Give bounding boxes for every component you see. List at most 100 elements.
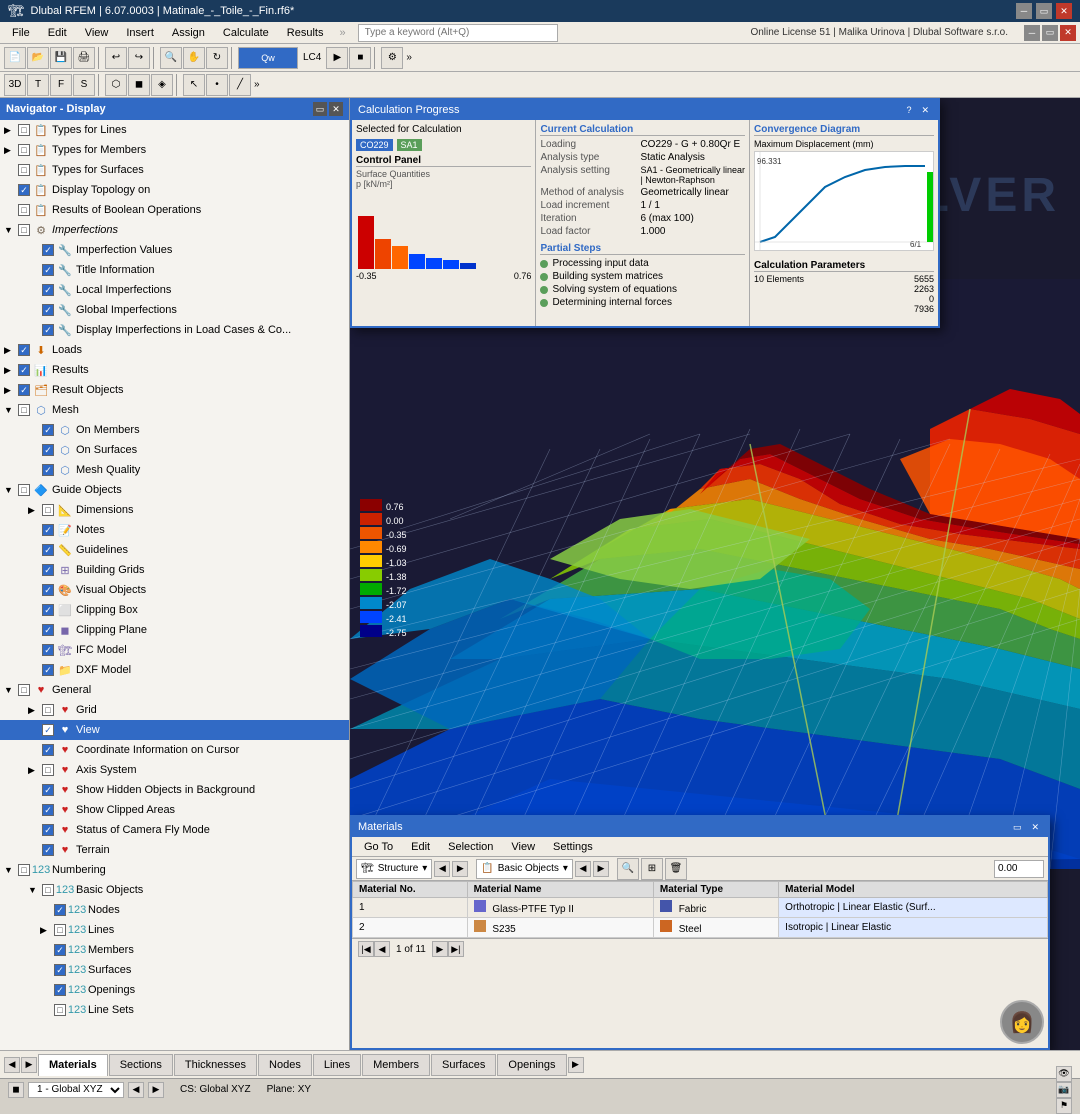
checkbox-imperfections[interactable]: □: [18, 224, 30, 236]
redo-btn[interactable]: ↪: [128, 47, 150, 69]
expand-imperfections[interactable]: ▼: [4, 225, 16, 235]
viewport-3d[interactable]: RFEM SOLVER 0110100101100101011010010110…: [350, 98, 1080, 1050]
nav-item-on-members[interactable]: ✓ ⬡ On Members: [0, 420, 349, 440]
nav-section-mesh[interactable]: ▼ □ ⬡ Mesh: [0, 400, 349, 420]
menu-item-assign[interactable]: Assign: [164, 25, 213, 41]
menu-item-file[interactable]: File: [4, 25, 38, 41]
tabs-more-btn[interactable]: ▶: [568, 1057, 584, 1073]
checkbox-lines[interactable]: □: [54, 924, 66, 936]
nav-item-display-topology[interactable]: ✓ 📋 Display Topology on: [0, 180, 349, 200]
render-btn[interactable]: ◈: [151, 74, 173, 96]
settings-btn[interactable]: ⚙: [381, 47, 403, 69]
menu-item-insert[interactable]: Insert: [118, 25, 162, 41]
status-cam-btn[interactable]: 📷: [1056, 1082, 1072, 1098]
checkbox-surfaces-num[interactable]: ✓: [54, 964, 66, 976]
mat-pp-btn[interactable]: ◀: [374, 941, 390, 957]
view-side-btn[interactable]: S: [73, 74, 95, 96]
lc-dropdown[interactable]: 1 - Global XYZ: [28, 1082, 124, 1098]
nav-item-coord-info[interactable]: ✓ ♥ Coordinate Information on Cursor: [0, 740, 349, 760]
nav-item-clipping-plane[interactable]: ✓ ◼ Clipping Plane: [0, 620, 349, 640]
mat-np-btn[interactable]: ▶: [432, 941, 448, 957]
expand-icon-members[interactable]: ▶: [4, 145, 16, 156]
checkbox-dxf-model[interactable]: ✓: [42, 664, 54, 676]
mat-menu-settings[interactable]: Settings: [545, 839, 601, 855]
undo-btn[interactable]: ↩: [105, 47, 127, 69]
nav-item-lines[interactable]: ▶ □ 123 Lines: [0, 920, 349, 940]
main-restore-btn[interactable]: ▭: [1042, 25, 1058, 41]
materials-table-scroll[interactable]: Material No. Material Name Material Type…: [352, 881, 1048, 938]
nav-item-ifc-model[interactable]: ✓ 🏗 IFC Model: [0, 640, 349, 660]
checkbox-topology[interactable]: ✓: [18, 184, 30, 196]
nav-item-basic-objects[interactable]: ▼ □ 123 Basic Objects: [0, 880, 349, 900]
new-btn[interactable]: 📄: [4, 47, 26, 69]
nav-item-line-sets[interactable]: □ 123 Line Sets: [0, 1000, 349, 1020]
expand-dimensions[interactable]: ▶: [28, 505, 40, 516]
checkbox-types-members[interactable]: □: [18, 144, 30, 156]
mat-last-btn[interactable]: ▶|: [448, 941, 464, 957]
checkbox-types-surfaces[interactable]: □: [18, 164, 30, 176]
nav-item-nodes[interactable]: ✓ 123 Nodes: [0, 900, 349, 920]
tab-openings[interactable]: Openings: [497, 1054, 566, 1076]
checkbox-types-lines[interactable]: □: [18, 124, 30, 136]
nav-item-results-boolean[interactable]: □ 📋 Results of Boolean Operations: [0, 200, 349, 220]
nav-item-show-clipped[interactable]: ✓ ♥ Show Clipped Areas: [0, 800, 349, 820]
expand-numbering[interactable]: ▼: [4, 865, 16, 875]
print-btn[interactable]: 🖨: [73, 47, 95, 69]
nav-item-dxf-model[interactable]: ✓ 📁 DXF Model: [0, 660, 349, 680]
nav-item-guidelines[interactable]: ✓ 📏 Guidelines: [0, 540, 349, 560]
nav-restore-btn[interactable]: ▭: [313, 102, 327, 116]
nav-item-view[interactable]: ✓ ♥ View: [0, 720, 349, 740]
line-btn[interactable]: ╱: [229, 74, 251, 96]
expand-grid[interactable]: ▶: [28, 705, 40, 716]
nav-item-types-members[interactable]: ▶ □ 📋 Types for Members: [0, 140, 349, 160]
zoom-btn[interactable]: 🔍: [160, 47, 182, 69]
nav-item-openings-num[interactable]: ✓ 123 Openings: [0, 980, 349, 1000]
main-close-btn[interactable]: ✕: [1060, 25, 1076, 41]
menu-item-view[interactable]: View: [77, 25, 117, 41]
nav-item-axis-system[interactable]: ▶ □ ♥ Axis System: [0, 760, 349, 780]
checkbox-grid[interactable]: □: [42, 704, 54, 716]
expand-loads[interactable]: ▶: [4, 345, 16, 356]
tab-members[interactable]: Members: [362, 1054, 430, 1076]
tab-surfaces[interactable]: Surfaces: [431, 1054, 496, 1076]
mat-structure-dropdown[interactable]: 🏗 Structure ▾: [356, 859, 432, 879]
checkbox-members[interactable]: ✓: [54, 944, 66, 956]
checkbox-openings-num[interactable]: ✓: [54, 984, 66, 996]
nav-item-clipping-box[interactable]: ✓ ⬜ Clipping Box: [0, 600, 349, 620]
checkbox-numbering[interactable]: □: [18, 864, 30, 876]
expand-axis-system[interactable]: ▶: [28, 765, 40, 776]
more-tools-2[interactable]: »: [254, 79, 260, 90]
mat-prev-btn[interactable]: ◀: [434, 861, 450, 877]
mat-next-btn[interactable]: ▶: [452, 861, 468, 877]
checkbox-disp-imperf[interactable]: ✓: [42, 324, 54, 336]
nav-item-imperf-values[interactable]: ✓ 🔧 Imperfection Values: [0, 240, 349, 260]
nav-item-surfaces-num[interactable]: ✓ 123 Surfaces: [0, 960, 349, 980]
view-3d-btn[interactable]: 3D: [4, 74, 26, 96]
table-row[interactable]: 1 Glass-PTFE Typ II Fabric Orthotropic |…: [353, 898, 1048, 918]
nav-item-disp-imperf[interactable]: ✓ 🔧 Display Imperfections in Load Cases …: [0, 320, 349, 340]
checkbox-view[interactable]: ✓: [42, 724, 54, 736]
calc-close-btn[interactable]: ✕: [918, 105, 932, 116]
status-flag-btn[interactable]: ⚑: [1056, 1098, 1072, 1114]
checkbox-general[interactable]: □: [18, 684, 30, 696]
checkbox-nodes[interactable]: ✓: [54, 904, 66, 916]
nav-item-result-objects[interactable]: ▶ ✓ 🗂 Result Objects: [0, 380, 349, 400]
nav-item-global-imperf[interactable]: ✓ 🔧 Global Imperfections: [0, 300, 349, 320]
menu-expand[interactable]: »: [339, 27, 345, 39]
checkbox-title-info[interactable]: ✓: [42, 264, 54, 276]
search-input[interactable]: [358, 24, 558, 42]
mat-menu-view[interactable]: View: [503, 839, 543, 855]
table-row[interactable]: 2 S235 Steel Isotropic | Linear Elastic: [353, 918, 1048, 938]
expand-lines[interactable]: ▶: [40, 925, 52, 936]
checkbox-line-sets[interactable]: □: [54, 1004, 66, 1016]
checkbox-guidelines[interactable]: ✓: [42, 544, 54, 556]
checkbox-imperf-val[interactable]: ✓: [42, 244, 54, 256]
calc-help-btn[interactable]: ?: [903, 105, 914, 116]
mat-menu-edit[interactable]: Edit: [403, 839, 438, 855]
menu-item-calculate[interactable]: Calculate: [215, 25, 277, 41]
mat-close-btn[interactable]: ✕: [1028, 822, 1042, 833]
nav-section-numbering[interactable]: ▼ □ 123 Numbering: [0, 860, 349, 880]
checkbox-loads[interactable]: ✓: [18, 344, 30, 356]
open-btn[interactable]: 📂: [27, 47, 49, 69]
expand-result-objects[interactable]: ▶: [4, 385, 16, 396]
